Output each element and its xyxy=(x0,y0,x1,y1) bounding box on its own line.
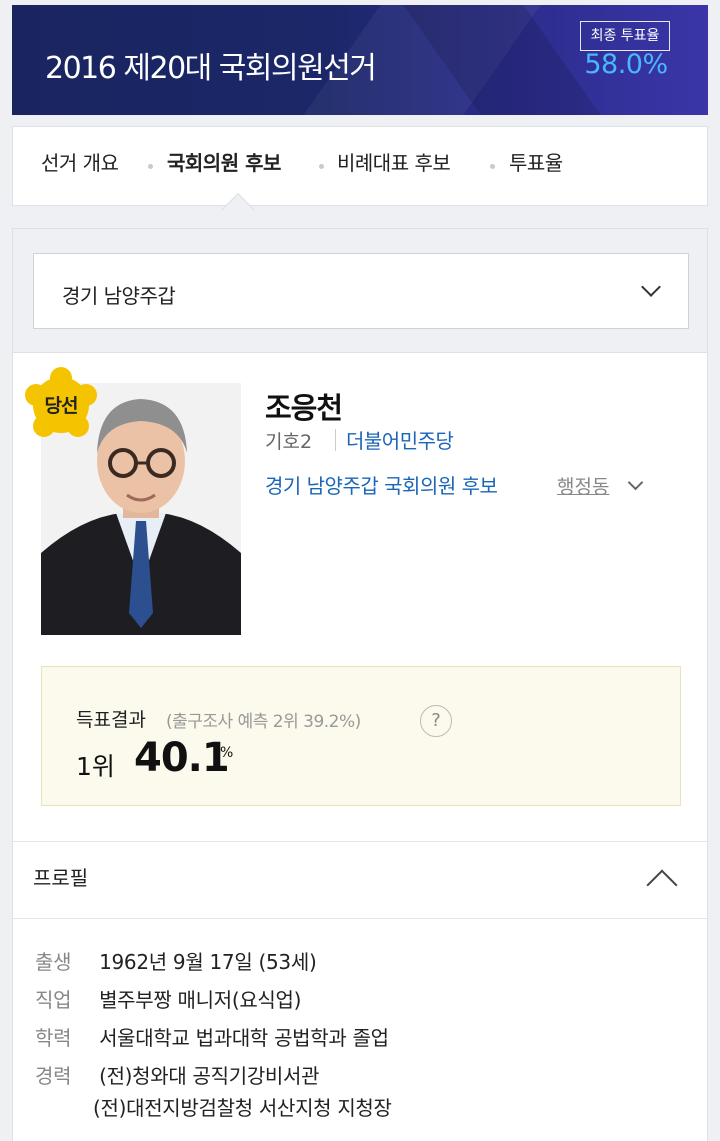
profile-row-job: 직업 별주부짱 매니저(요식업) xyxy=(35,984,301,1013)
result-percent-sign: % xyxy=(220,745,234,761)
profile-career-extra: (전)대전지방검찰청 서산지청 지청장 xyxy=(93,1096,392,1120)
region-area: 경기 남양주갑 xyxy=(12,228,708,352)
profile-key: 학력 xyxy=(35,1026,72,1050)
profile-title: 프로필 xyxy=(33,866,89,890)
chevron-down-icon[interactable] xyxy=(627,474,644,491)
tab-proportional[interactable]: 비례대표 후보 xyxy=(337,147,451,176)
candidate-card: 당선 조응천 기호2 더불어민주당 경기 남양주갑 국회의원 후보 행정동 득표… xyxy=(12,352,708,1141)
region-select[interactable]: 경기 남양주갑 xyxy=(33,253,689,329)
profile-row-career: 경력 (전)청와대 공직기강비서관 xyxy=(35,1060,320,1089)
profile-value: 서울대학교 법과대학 공법학과 졸업 xyxy=(99,1026,389,1050)
profile-key: 직업 xyxy=(35,988,72,1012)
candidate-party-link[interactable]: 더불어민주당 xyxy=(346,425,454,454)
admin-district-link[interactable]: 행정동 xyxy=(557,472,609,499)
result-rank: 1위 xyxy=(76,752,115,781)
profile-key: 출생 xyxy=(35,950,72,974)
tab-separator-dot xyxy=(148,164,153,169)
election-banner: 2016 제20대 국회의원선거 최종 투표율 58.0% xyxy=(12,5,708,115)
election-title: 2016 제20대 국회의원선거 xyxy=(45,51,377,86)
profile-key: 경력 xyxy=(35,1064,72,1088)
tab-separator-dot xyxy=(319,164,324,169)
turnout-value: 58.0% xyxy=(584,49,668,80)
winner-badge-label: 당선 xyxy=(44,395,79,417)
profile-value: (전)청와대 공직기강비서관 xyxy=(99,1064,320,1088)
profile-toggle[interactable]: 프로필 xyxy=(13,841,707,919)
profile-value: 1962년 9월 17일 (53세) xyxy=(99,950,317,974)
profile-value: 별주부짱 매니저(요식업) xyxy=(99,988,302,1012)
election-tabs: 선거 개요 국회의원 후보 비례대표 후보 투표율 xyxy=(12,126,708,206)
region-select-value: 경기 남양주갑 xyxy=(62,284,176,308)
turnout-label: 최종 투표율 xyxy=(580,21,670,51)
divider xyxy=(335,429,336,451)
tab-candidates[interactable]: 국회의원 후보 xyxy=(167,147,281,176)
result-title: 득표결과 xyxy=(76,709,146,731)
tab-separator-dot xyxy=(490,164,495,169)
chevron-up-icon xyxy=(646,869,678,901)
vote-result-box: 득표결과 (출구조사 예측 2위 39.2%) ? 1위 40.1 % xyxy=(41,666,681,806)
candidate-region-link[interactable]: 경기 남양주갑 국회의원 후보 xyxy=(265,470,498,499)
profile-row-birth: 출생 1962년 9월 17일 (53세) xyxy=(35,946,317,975)
candidate-name: 조응천 xyxy=(265,391,343,425)
result-percent: 40.1 xyxy=(134,735,230,781)
exit-poll-text: (출구조사 예측 2위 39.2%) xyxy=(166,712,361,732)
tab-turnout[interactable]: 투표율 xyxy=(509,147,563,176)
chevron-down-icon xyxy=(641,277,661,297)
profile-row-education: 학력 서울대학교 법과대학 공법학과 졸업 xyxy=(35,1022,389,1051)
candidate-number: 기호2 xyxy=(265,431,313,453)
tab-overview[interactable]: 선거 개요 xyxy=(41,147,119,176)
help-icon[interactable]: ? xyxy=(420,705,452,737)
